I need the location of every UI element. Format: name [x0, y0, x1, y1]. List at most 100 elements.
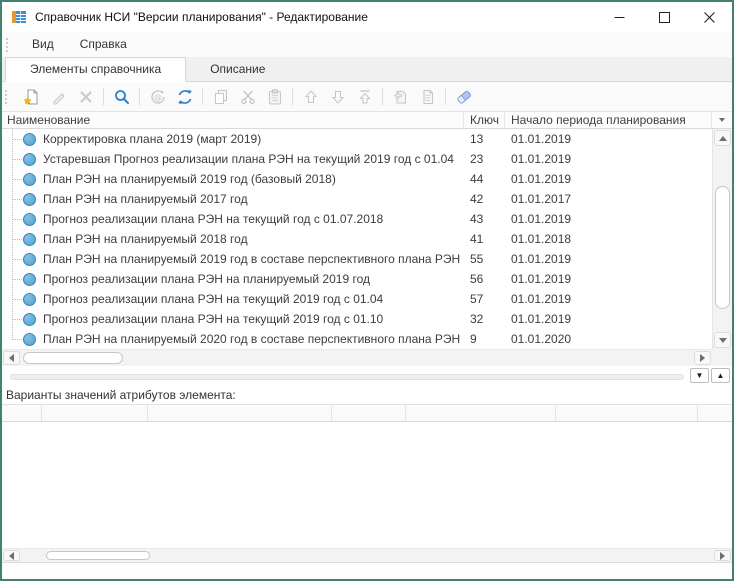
- window-title: Справочник НСИ "Версии планирования" - Р…: [35, 10, 597, 24]
- minimize-button[interactable]: [597, 2, 642, 32]
- toolbar-separator: [292, 88, 293, 105]
- vertical-scrollbar[interactable]: [712, 129, 732, 349]
- export-document-icon: [419, 88, 437, 106]
- horizontal-scroll-thumb[interactable]: [23, 352, 123, 364]
- element-start-date: 01.01.2019: [505, 252, 732, 266]
- attributes-grid-body: [2, 422, 732, 548]
- cell-name: Устаревшая Прогноз реализации плана РЭН …: [2, 152, 464, 166]
- attributes-column-header[interactable]: [556, 405, 698, 421]
- menu-view[interactable]: Вид: [19, 34, 67, 55]
- attributes-column-header[interactable]: [2, 405, 42, 421]
- attributes-column-header[interactable]: [406, 405, 556, 421]
- scroll-left-button[interactable]: [3, 550, 20, 561]
- table-row[interactable]: План РЭН на планируемый 2018 год 41 01.0…: [2, 229, 732, 249]
- import-document-icon: [392, 88, 410, 106]
- element-name: Прогноз реализации плана РЭН на текущий …: [43, 312, 383, 326]
- close-button[interactable]: [687, 2, 732, 32]
- search-button[interactable]: [108, 85, 135, 109]
- element-icon: [23, 333, 36, 346]
- element-start-date: 01.01.2019: [505, 272, 732, 286]
- tree-stub: [13, 259, 22, 260]
- cell-name: План РЭН на планируемый 2017 год: [2, 192, 464, 206]
- expand-down-button[interactable]: ▼: [690, 368, 709, 383]
- scroll-right-button[interactable]: [694, 351, 711, 365]
- element-icon: [23, 253, 36, 266]
- add-element-button[interactable]: [18, 85, 45, 109]
- close-icon: [704, 12, 715, 23]
- scroll-up-button[interactable]: [714, 130, 731, 146]
- copy-button[interactable]: [207, 85, 234, 109]
- delete-element-button[interactable]: [72, 85, 99, 109]
- expand-up-button[interactable]: ▲: [711, 368, 730, 383]
- refresh-button[interactable]: [171, 85, 198, 109]
- panel-splitter[interactable]: ▼ ▲: [2, 366, 732, 386]
- table-row[interactable]: План РЭН на планируемый 2019 год в соста…: [2, 249, 732, 269]
- tree-stub: [13, 279, 22, 280]
- splitter-groove[interactable]: [10, 374, 684, 380]
- table-row[interactable]: План РЭН на планируемый 2017 год 42 01.0…: [2, 189, 732, 209]
- paste-button[interactable]: [261, 85, 288, 109]
- horizontal-scroll-thumb[interactable]: [46, 551, 150, 560]
- triangle-up-icon: ▲: [717, 371, 725, 380]
- element-key: 56: [464, 272, 505, 286]
- element-start-date: 01.01.2017: [505, 192, 732, 206]
- move-down-arrow-icon: [329, 88, 347, 106]
- vertical-scroll-thumb[interactable]: [715, 186, 730, 309]
- column-header-key[interactable]: Ключ: [464, 112, 505, 128]
- scroll-left-button[interactable]: [3, 351, 20, 365]
- attributes-column-header[interactable]: [332, 405, 406, 421]
- column-header-start-period[interactable]: Начало периода планирования: [505, 112, 712, 128]
- paste-clipboard-icon: [266, 88, 284, 106]
- move-up-button[interactable]: [297, 85, 324, 109]
- table-row[interactable]: План РЭН на планируемый 2020 год в соста…: [2, 329, 732, 349]
- cell-name: План РЭН на планируемый 2018 год: [2, 232, 464, 246]
- scroll-right-button[interactable]: [714, 550, 731, 561]
- element-icon: [23, 233, 36, 246]
- triangle-up-icon: [719, 136, 727, 141]
- element-start-date: 01.01.2019: [505, 172, 732, 186]
- replace-button[interactable]: @: [144, 85, 171, 109]
- menu-help[interactable]: Справка: [67, 34, 140, 55]
- table-row[interactable]: План РЭН на планируемый 2019 год (базовы…: [2, 169, 732, 189]
- refresh-icon: [176, 88, 194, 106]
- table-row[interactable]: Устаревшая Прогноз реализации плана РЭН …: [2, 149, 732, 169]
- attributes-column-header[interactable]: [148, 405, 332, 421]
- element-icon: [23, 213, 36, 226]
- attributes-column-header[interactable]: [42, 405, 148, 421]
- cell-name: План РЭН на планируемый 2020 год в соста…: [2, 332, 464, 346]
- tab-directory-elements[interactable]: Элементы справочника: [5, 57, 186, 82]
- maximize-button[interactable]: [642, 2, 687, 32]
- element-name: Прогноз реализации плана РЭН на текущий …: [43, 212, 383, 226]
- tree-stub: [13, 139, 22, 140]
- toolbar-separator: [202, 88, 203, 105]
- horizontal-scrollbar[interactable]: [2, 349, 712, 366]
- export-element-button[interactable]: [414, 85, 441, 109]
- attributes-column-header[interactable]: [698, 405, 732, 421]
- move-down-button[interactable]: [324, 85, 351, 109]
- triangle-left-icon: [9, 354, 14, 362]
- table-row[interactable]: Прогноз реализации плана РЭН на планируе…: [2, 269, 732, 289]
- status-bar: [2, 562, 732, 579]
- move-to-top-button[interactable]: [351, 85, 378, 109]
- import-element-button[interactable]: [387, 85, 414, 109]
- tab-description[interactable]: Описание: [186, 58, 289, 81]
- table-row[interactable]: Прогноз реализации плана РЭН на текущий …: [2, 209, 732, 229]
- column-header-name[interactable]: Наименование: [2, 112, 464, 128]
- triangle-down-icon: [719, 338, 727, 343]
- cut-button[interactable]: [234, 85, 261, 109]
- table-row[interactable]: Корректировка плана 2019 (март 2019) 13 …: [2, 129, 732, 149]
- scroll-down-button[interactable]: [714, 332, 731, 348]
- element-name: План РЭН на планируемый 2019 год (базовы…: [43, 172, 336, 186]
- attributes-horizontal-scrollbar[interactable]: [2, 548, 732, 562]
- table-row[interactable]: Прогноз реализации плана РЭН на текущий …: [2, 289, 732, 309]
- move-up-arrow-icon: [302, 88, 320, 106]
- table-row[interactable]: Прогноз реализации плана РЭН на текущий …: [2, 309, 732, 329]
- app-icon: [11, 9, 27, 25]
- element-key: 42: [464, 192, 505, 206]
- add-element-icon: [23, 88, 41, 106]
- edit-element-button[interactable]: [45, 85, 72, 109]
- clear-button[interactable]: [450, 85, 477, 109]
- element-icon: [23, 293, 36, 306]
- column-chooser-button[interactable]: [712, 112, 732, 128]
- toolbar-separator: [139, 88, 140, 105]
